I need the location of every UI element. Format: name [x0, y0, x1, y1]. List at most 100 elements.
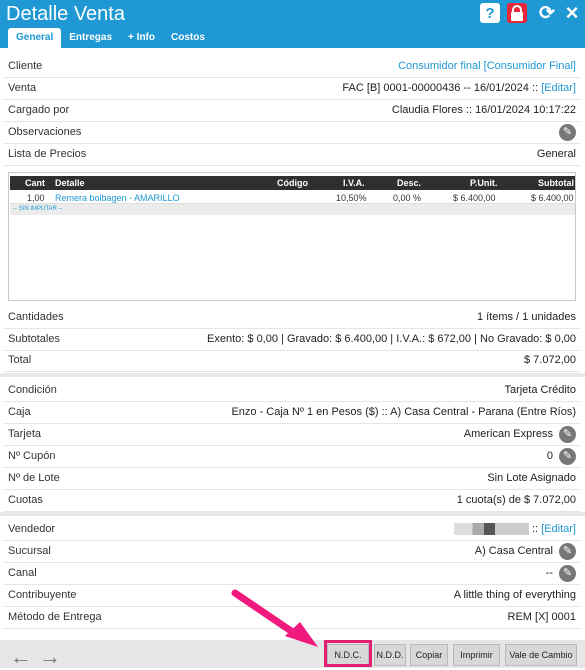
payment-row-lote: Nº de Lote Sin Lote Asignado	[4, 468, 580, 490]
seller-value: A little thing of everything	[453, 589, 576, 601]
exchange-voucher-button[interactable]: Vale de Cambio	[505, 644, 577, 666]
ndd-button[interactable]: N.D.D.	[374, 644, 406, 666]
total-label: Cantidades	[8, 311, 64, 323]
payment-value: Enzo - Caja Nº 1 en Pesos ($) :: A) Casa…	[231, 406, 576, 418]
total-value: Exento: $ 0,00 | Gravado: $ 6.400,00 | I…	[207, 333, 576, 345]
table-cell: $ 6.400,00	[453, 193, 496, 203]
client-link[interactable]: Consumidor final [Consumidor Final]	[398, 56, 576, 77]
lock-icon[interactable]	[507, 3, 527, 23]
coupon-value: 0	[546, 450, 553, 462]
seller-label: Sucursal	[8, 545, 51, 557]
detail-row-cargado: Cargado por Claudia Flores :: 16/01/2024 …	[4, 100, 580, 122]
seller-label: Vendedor	[8, 523, 56, 535]
detail-value: General	[536, 148, 576, 160]
payment-row-condicion: Condición Tarjeta Crédito	[4, 380, 580, 402]
seller-row-sucursal: Sucursal A) Casa Central ✎	[4, 541, 580, 563]
seller-row-metodo-entrega: Método de Entrega REM [X] 0001	[4, 607, 580, 629]
seller-value: REM [X] 0001	[507, 611, 576, 623]
pencil-icon[interactable]: ✎	[559, 542, 576, 560]
header-desc: Desc.	[397, 178, 422, 188]
detail-row-cliente: Cliente Consumidor final [Consumidor Fina…	[4, 56, 580, 78]
footer-toolbar: ← → N.D.C. N.D.D. Copiar Imprimir Vale d…	[0, 640, 585, 670]
table-row[interactable]: 1,00 Remera bolbagen - AMARILLO 10,50% 0…	[10, 191, 575, 204]
payment-row-cupon: Nº Cupón 0 ✎	[4, 446, 580, 468]
seller-separator: ::	[531, 523, 542, 535]
payment-label: Caja	[8, 406, 31, 418]
print-button[interactable]: Imprimir	[453, 644, 500, 666]
help-icon[interactable]: ?	[480, 3, 500, 23]
items-table: Cant Detalle Código I.V.A. Desc. P.Unit.…	[8, 172, 576, 301]
payment-label: Condición	[8, 384, 57, 396]
section-divider	[0, 512, 585, 516]
detail-label: Cliente	[8, 60, 43, 72]
detail-row-venta: Venta FAC [B] 0001-00000436 -- 16/01/2024…	[4, 78, 580, 100]
header-detalle: Detalle	[55, 178, 85, 188]
section-divider	[0, 373, 585, 377]
tab-entregas[interactable]: Entregas	[61, 28, 120, 48]
payment-value: Sin Lote Asignado	[487, 472, 576, 484]
next-arrow-icon[interactable]: →	[39, 644, 61, 670]
payment-value: American Express ✎	[464, 424, 576, 445]
payment-value: 0 ✎	[547, 446, 576, 467]
unassigned-note: -- SIN IMPUTAR --	[10, 204, 575, 215]
seller-value: A) Casa Central ✎	[475, 541, 576, 562]
lock-icon-svg	[511, 5, 523, 21]
header-punit: P.Unit.	[470, 178, 498, 188]
total-label: Subtotales	[8, 333, 60, 345]
detail-row-observaciones: Observaciones ✎	[4, 122, 580, 144]
header-iva: I.V.A.	[343, 178, 365, 188]
detail-value: FAC [B] 0001-00000436 -- 16/01/2024 :: […	[342, 78, 576, 99]
detail-label: Lista de Precios	[8, 148, 87, 160]
header-cant: Cant	[25, 178, 45, 188]
table-cell: $ 6.400,00	[531, 193, 574, 203]
previous-arrow-icon[interactable]: ←	[10, 644, 32, 670]
card-value: American Express	[463, 428, 553, 440]
total-label: Total	[8, 354, 32, 366]
payment-label: Tarjeta	[8, 428, 42, 440]
table-cell: 0,00 %	[393, 193, 422, 203]
edit-link[interactable]: [Editar]	[541, 523, 576, 535]
table-cell: 1,00	[27, 193, 45, 203]
seller-value: -- ✎	[546, 563, 576, 584]
payment-row-caja: Caja Enzo - Caja Nº 1 en Pesos ($) :: A) …	[4, 402, 580, 424]
detail-value: Claudia Flores :: 16/01/2024 10:17:22	[391, 104, 576, 116]
venta-value: FAC [B] 0001-00000436 -- 16/01/2024 ::	[342, 82, 542, 94]
detail-label: Venta	[8, 82, 37, 94]
header-codigo: Código	[277, 178, 308, 188]
ndc-highlight-box	[324, 640, 372, 667]
seller-row-canal: Canal -- ✎	[4, 563, 580, 585]
total-value: 1 ítems / 1 unidades	[476, 311, 576, 323]
seller-label: Método de Entrega	[8, 611, 102, 623]
seller-row-vendedor: Vendedor:: [Editar]	[4, 519, 580, 541]
pencil-icon[interactable]: ✎	[559, 425, 576, 443]
payment-label: Cuotas	[8, 494, 43, 506]
seller-row-contribuyente: Contribuyente A little thing of everythin…	[4, 585, 580, 607]
tab-info[interactable]: + Info	[120, 28, 163, 48]
payment-row-cuotas: Cuotas 1 cuota(s) de $ 7.072,00	[4, 490, 580, 512]
total-value: $ 7.072,00	[524, 354, 576, 366]
channel-value: --	[545, 567, 553, 579]
refresh-icon[interactable]: ⟳	[537, 3, 557, 24]
payment-value: 1 cuota(s) de $ 7.072,00	[456, 494, 576, 506]
tab-costos[interactable]: Costos	[163, 28, 213, 48]
pencil-icon[interactable]: ✎	[559, 564, 576, 582]
total-row-cantidades: Cantidades 1 ítems / 1 unidades	[4, 307, 580, 329]
payment-label: Nº Cupón	[8, 450, 56, 462]
total-row-subtotales: Subtotales Exento: $ 0,00 | Gravado: $ 6.…	[4, 329, 580, 351]
detail-value: ✎	[553, 122, 576, 143]
seller-value: :: [Editar]	[453, 519, 576, 540]
copy-button[interactable]: Copiar	[410, 644, 448, 666]
tab-general[interactable]: General	[8, 28, 62, 48]
detail-label: Observaciones	[8, 126, 82, 138]
pencil-icon[interactable]: ✎	[559, 447, 576, 465]
branch-value: A) Casa Central	[474, 545, 553, 557]
payment-value: Tarjeta Crédito	[504, 384, 576, 396]
redacted-name	[453, 523, 529, 536]
header-subtotal: Subtotal	[538, 178, 574, 188]
seller-label: Contribuyente	[8, 589, 77, 601]
product-link[interactable]: Remera bolbagen - AMARILLO	[55, 191, 180, 205]
edit-link[interactable]: [Editar]	[541, 82, 576, 94]
detail-row-lista-precios: Lista de Precios General	[4, 144, 580, 166]
close-icon[interactable]: ×	[562, 0, 582, 25]
pencil-icon[interactable]: ✎	[559, 123, 576, 141]
